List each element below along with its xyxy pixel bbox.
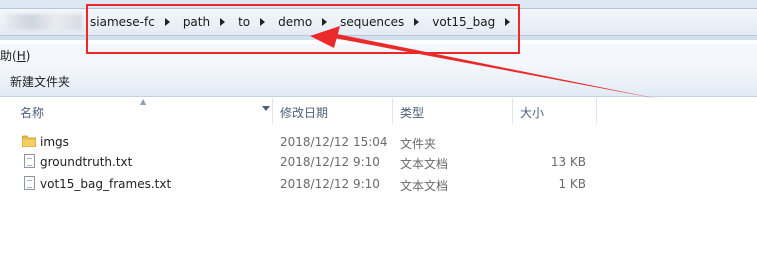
annotation-arrow-icon <box>310 26 664 100</box>
